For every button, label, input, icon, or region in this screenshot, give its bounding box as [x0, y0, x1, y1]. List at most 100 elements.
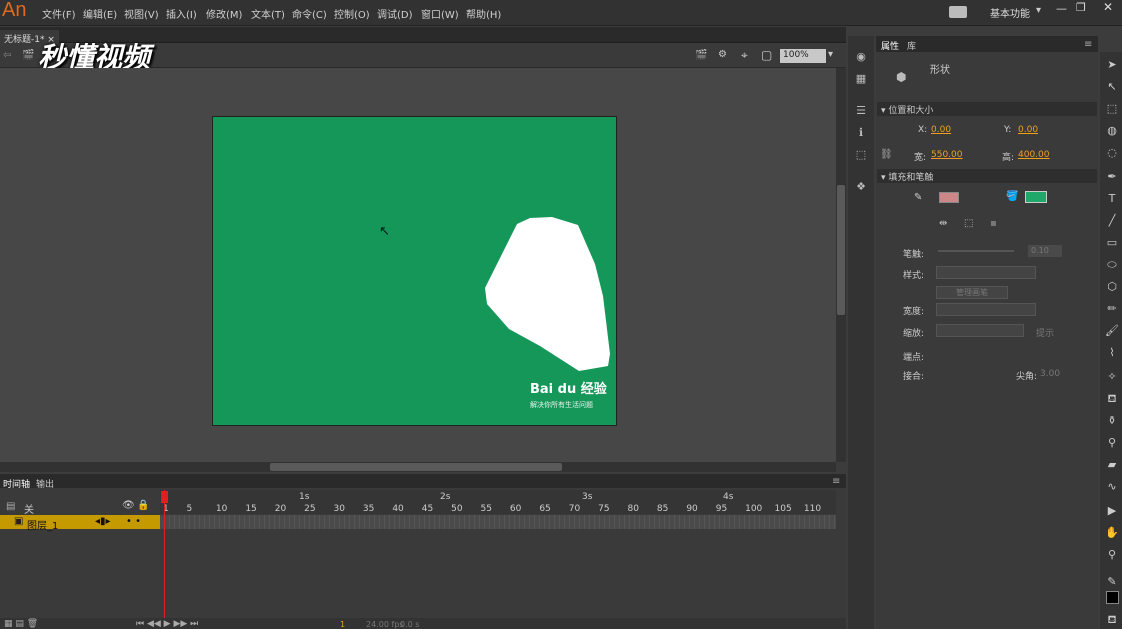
- chevron-down-icon[interactable]: ▾: [1036, 5, 1041, 16]
- subselection-tool-icon[interactable]: ↖: [1105, 80, 1119, 94]
- scale-dropdown[interactable]: [936, 324, 1024, 337]
- time-field[interactable]: 0.0 s: [400, 620, 419, 629]
- height-value[interactable]: 400.00: [1018, 150, 1050, 160]
- menu-text[interactable]: 文本(T): [251, 6, 285, 21]
- stroke-value[interactable]: 0.10: [1028, 245, 1062, 257]
- center-stage-icon[interactable]: ⌖: [741, 48, 748, 63]
- restore-icon[interactable]: ❐: [1076, 1, 1086, 14]
- menu-help[interactable]: 帮助(H): [466, 6, 501, 21]
- sync-settings-icon[interactable]: [949, 6, 967, 18]
- tab-library[interactable]: 库: [907, 39, 916, 52]
- timeline-ruler[interactable]: [160, 490, 836, 514]
- layer-name[interactable]: 图层_1: [27, 517, 58, 532]
- menu-file[interactable]: 文件(F): [42, 6, 76, 21]
- zoom-dropdown-icon[interactable]: ▾: [828, 49, 833, 60]
- miter-value[interactable]: 3.00: [1040, 369, 1060, 379]
- paint-brush-tool-icon[interactable]: ⌇: [1105, 346, 1119, 360]
- menu-window[interactable]: 窗口(W): [421, 6, 459, 21]
- paint-bucket-tool-icon[interactable]: ⛾: [1105, 392, 1119, 406]
- tab-properties[interactable]: 属性: [881, 39, 899, 52]
- new-layer-icon[interactable]: ▦ ▤ 🗑: [4, 619, 38, 629]
- playhead[interactable]: [164, 490, 165, 620]
- menu-view[interactable]: 视图(V): [124, 6, 159, 21]
- section-fill-stroke[interactable]: ▾ 填充和笔触: [877, 169, 1097, 183]
- stroke-color-tool-icon[interactable]: ✎: [1105, 575, 1119, 589]
- ink-bottle-tool-icon[interactable]: ⚱: [1105, 414, 1119, 428]
- edit-scene-icon[interactable]: 🎬: [695, 50, 707, 61]
- layer-dot-icon[interactable]: • •: [126, 516, 141, 527]
- stroke-color-swatch[interactable]: [939, 192, 959, 203]
- color-panel-icon[interactable]: ◉: [853, 50, 869, 64]
- lasso-tool-icon[interactable]: ◌: [1105, 146, 1119, 160]
- swap-colors-icon[interactable]: ⇹: [939, 218, 947, 229]
- 3d-rotation-tool-icon[interactable]: ◍: [1105, 124, 1119, 138]
- fill-color-tool-swatch[interactable]: [1106, 591, 1119, 604]
- camera-tool-icon[interactable]: ▶: [1105, 504, 1119, 518]
- brush-tool-icon[interactable]: 🖌: [1105, 324, 1119, 338]
- eraser-tool-icon[interactable]: ▰: [1105, 458, 1119, 472]
- close-icon[interactable]: ✕: [1103, 0, 1113, 14]
- playhead-handle[interactable]: [161, 491, 168, 503]
- eyedropper-tool-icon[interactable]: ⚲: [1105, 436, 1119, 450]
- menu-insert[interactable]: 插入(I): [166, 6, 197, 21]
- pencil-tool-icon[interactable]: ✏: [1105, 302, 1119, 316]
- lock-icon[interactable]: 🔒: [137, 500, 149, 511]
- edit-symbol-icon[interactable]: ⚙: [718, 49, 727, 60]
- fps-field[interactable]: 24.00 fps: [366, 620, 404, 629]
- menu-control[interactable]: 控制(O): [334, 6, 370, 21]
- rectangle-tool-icon[interactable]: ▭: [1105, 236, 1119, 250]
- frame-tick-label: 35: [362, 504, 375, 514]
- polystar-tool-icon[interactable]: ⬡: [1105, 280, 1119, 294]
- pen-tool-icon[interactable]: ✒: [1105, 170, 1119, 184]
- frames-row[interactable]: [160, 515, 836, 529]
- y-value[interactable]: 0.00: [1018, 125, 1038, 135]
- info-panel-icon[interactable]: ℹ: [853, 126, 869, 140]
- hint-label[interactable]: 提示: [1036, 326, 1054, 339]
- black-white-icon[interactable]: ⬚: [964, 218, 973, 229]
- panel-menu-icon[interactable]: ≡: [832, 476, 840, 487]
- fill-color-swatch[interactable]: [1025, 191, 1047, 203]
- x-value[interactable]: 0.00: [931, 125, 951, 135]
- menu-debug[interactable]: 调试(D): [377, 6, 413, 21]
- line-tool-icon[interactable]: ╱: [1105, 214, 1119, 228]
- no-color-icon[interactable]: ▪: [990, 218, 997, 229]
- width-tool-icon[interactable]: ∿: [1105, 480, 1119, 494]
- menu-command[interactable]: 命令(C): [292, 6, 327, 21]
- zoom-tool-icon[interactable]: ⚲: [1105, 548, 1119, 562]
- scene-icon[interactable]: 🎬: [22, 50, 34, 61]
- minimize-icon[interactable]: —: [1056, 2, 1067, 15]
- fill-color-tool-icon[interactable]: ⛾: [1105, 613, 1119, 627]
- link-icon[interactable]: ⛓: [880, 149, 893, 160]
- oval-tool-icon[interactable]: ⬭: [1105, 258, 1119, 272]
- text-tool-icon[interactable]: T: [1105, 192, 1119, 206]
- layer-visibility-icon[interactable]: ◂▮▸: [95, 516, 111, 527]
- free-transform-tool-icon[interactable]: ⬚: [1105, 102, 1119, 116]
- swatches-panel-icon[interactable]: ▦: [853, 72, 869, 86]
- style-dropdown[interactable]: [936, 266, 1036, 279]
- horizontal-scroll-thumb[interactable]: [270, 463, 562, 471]
- manage-brush-button[interactable]: 管理画笔: [936, 286, 1008, 299]
- transform-panel-icon[interactable]: ⬚: [853, 148, 869, 162]
- bone-tool-icon[interactable]: ✧: [1105, 370, 1119, 384]
- menu-edit[interactable]: 编辑(E): [83, 6, 117, 21]
- zoom-field[interactable]: 100%: [780, 49, 826, 63]
- eye-icon[interactable]: 👁: [122, 500, 135, 511]
- current-frame[interactable]: 1: [340, 620, 345, 629]
- panel-menu-icon[interactable]: ≡: [1084, 39, 1092, 50]
- selection-tool-icon[interactable]: ➤: [1105, 58, 1119, 72]
- frame-tick-label: 10: [215, 504, 228, 514]
- hand-tool-icon[interactable]: ✋: [1105, 526, 1119, 540]
- stage-drawing[interactable]: Bai du 经验 解决你所有生活问题: [212, 116, 617, 426]
- width-value[interactable]: 550.00: [931, 150, 963, 160]
- clip-stage-icon[interactable]: ▢: [761, 48, 772, 62]
- components-panel-icon[interactable]: ❖: [853, 180, 869, 194]
- vertical-scroll-thumb[interactable]: [837, 185, 845, 315]
- back-arrow-icon[interactable]: ⇦: [3, 50, 11, 61]
- menu-modify[interactable]: 修改(M): [206, 6, 242, 21]
- playback-controls[interactable]: ⏮ ◀◀ ▶ ▶▶ ⏭: [136, 619, 198, 629]
- align-panel-icon[interactable]: ☰: [853, 104, 869, 118]
- stroke-slider[interactable]: [938, 250, 1014, 252]
- section-position-size[interactable]: ▾ 位置和大小: [877, 102, 1097, 116]
- workspace-switcher[interactable]: 基本功能: [990, 5, 1030, 20]
- width-profile-dropdown[interactable]: [936, 303, 1036, 316]
